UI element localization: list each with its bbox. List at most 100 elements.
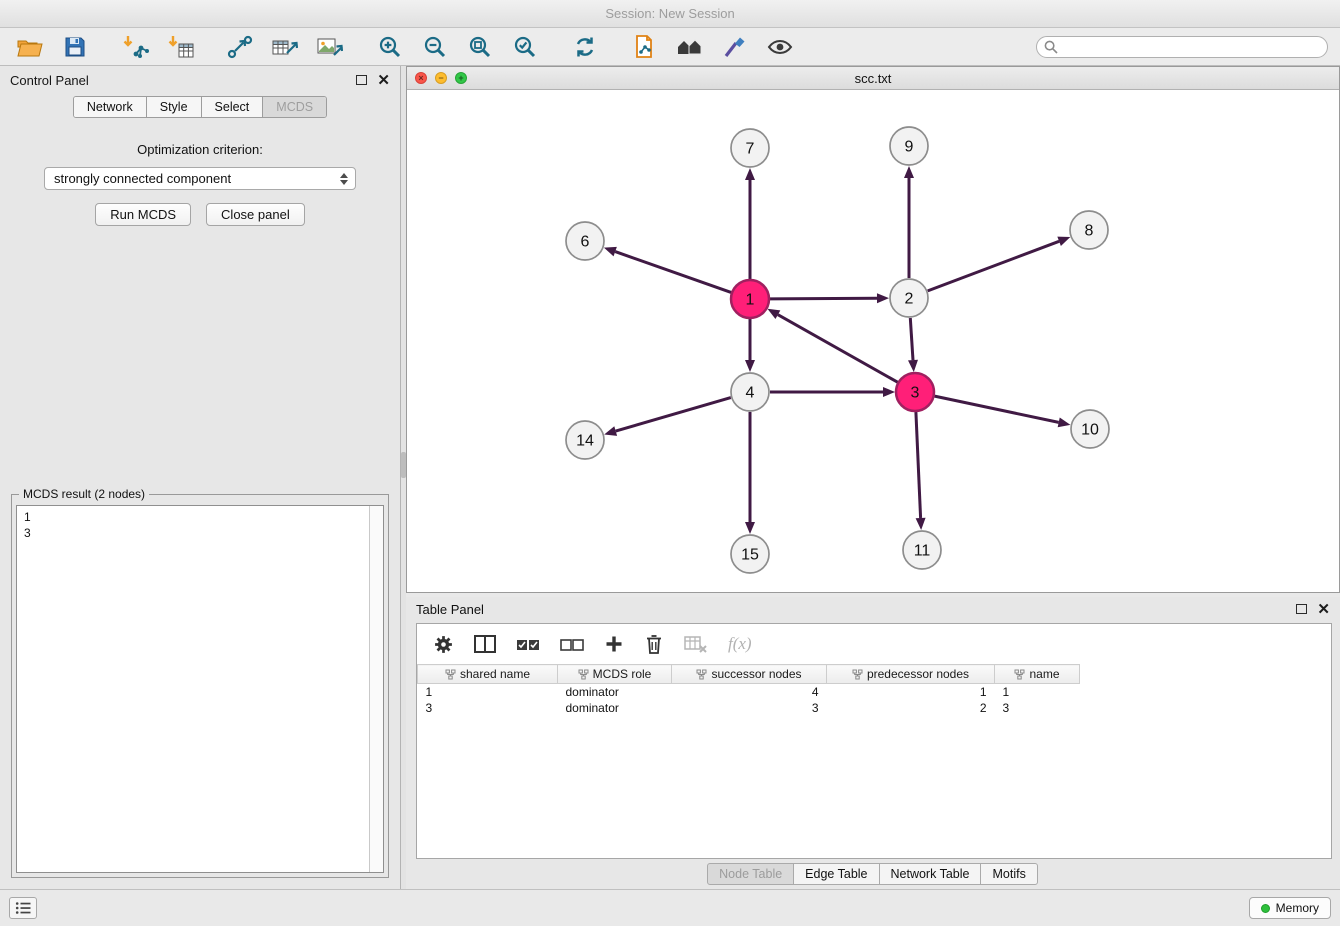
float-panel-button[interactable] xyxy=(356,75,367,85)
zoom-fit-icon xyxy=(468,35,492,59)
import-table-button[interactable] xyxy=(162,32,198,62)
import-table-icon xyxy=(167,35,194,59)
zoom-out-button[interactable] xyxy=(417,32,453,62)
criterion-dropdown-value: strongly connected component xyxy=(54,171,231,186)
status-bar: Memory xyxy=(0,889,1340,926)
export-image-button[interactable] xyxy=(312,32,348,62)
save-floppy-icon xyxy=(64,36,86,58)
function-builder-button[interactable]: f(x) xyxy=(728,634,752,654)
mcds-result-list: 1 3 xyxy=(17,506,369,872)
refresh-view-button[interactable] xyxy=(567,32,603,62)
delete-table-button[interactable] xyxy=(684,634,708,654)
control-panel-tabs: Network Style Select MCDS xyxy=(0,96,400,118)
list-icon xyxy=(15,901,31,915)
table-row[interactable]: 1 dominator 4 1 1 xyxy=(418,684,1080,700)
eye-icon xyxy=(767,35,793,59)
cell-predecessor-nodes[interactable]: 2 xyxy=(827,700,995,716)
clone-network-button[interactable] xyxy=(627,32,663,62)
overview-home-button[interactable] xyxy=(672,32,708,62)
window-minimize-button[interactable]: − xyxy=(435,72,447,84)
graph-node-label-3: 3 xyxy=(911,385,920,402)
column-header-shared-name[interactable]: shared name xyxy=(418,665,558,684)
add-column-button[interactable] xyxy=(604,634,624,654)
tab-node-table[interactable]: Node Table xyxy=(707,863,794,885)
memory-status-icon xyxy=(1261,904,1270,913)
criterion-dropdown[interactable]: strongly connected component xyxy=(44,167,356,190)
zoom-selected-button[interactable] xyxy=(507,32,543,62)
tab-motifs[interactable]: Motifs xyxy=(980,863,1037,885)
column-header-name[interactable]: name xyxy=(995,665,1080,684)
search-field xyxy=(1036,36,1328,58)
graph-edge-2-8[interactable] xyxy=(928,241,1059,291)
session-group xyxy=(12,32,93,62)
show-hide-graphics-button[interactable] xyxy=(762,32,798,62)
memory-button[interactable]: Memory xyxy=(1249,897,1331,919)
export-network-button[interactable] xyxy=(267,32,303,62)
import-network-icon xyxy=(122,35,149,59)
column-header-successor-nodes[interactable]: successor nodes xyxy=(672,665,827,684)
cell-mcds-role[interactable]: dominator xyxy=(558,684,672,700)
apply-layout-button[interactable] xyxy=(222,32,258,62)
graph-edge-3-11[interactable] xyxy=(916,412,921,518)
column-header-predecessor-nodes[interactable]: predecessor nodes xyxy=(827,665,995,684)
zoom-out-icon xyxy=(423,35,447,59)
tab-mcds[interactable]: MCDS xyxy=(263,97,326,117)
result-scrollbar[interactable] xyxy=(369,506,383,872)
cell-shared-name[interactable]: 3 xyxy=(418,700,558,716)
search-input[interactable] xyxy=(1036,36,1328,58)
zoom-fit-button[interactable] xyxy=(462,32,498,62)
view-tools-group xyxy=(627,32,798,62)
run-mcds-button[interactable]: Run MCDS xyxy=(95,203,191,226)
graph-node-label-9: 9 xyxy=(905,139,914,156)
node-table: shared name MCDS role successor nodes pr… xyxy=(417,664,1080,716)
window-zoom-button[interactable]: + xyxy=(455,72,467,84)
column-type-icon xyxy=(696,669,707,680)
open-session-button[interactable] xyxy=(12,32,48,62)
tab-style[interactable]: Style xyxy=(147,97,202,117)
cell-name[interactable]: 3 xyxy=(995,700,1080,716)
graph-edge-3-1[interactable] xyxy=(778,315,898,383)
deselect-all-button[interactable] xyxy=(560,636,584,652)
tab-select[interactable]: Select xyxy=(202,97,264,117)
delete-column-button[interactable] xyxy=(644,633,664,655)
cell-successor-nodes[interactable]: 4 xyxy=(672,684,827,700)
table-settings-button[interactable] xyxy=(433,634,454,655)
cell-shared-name[interactable]: 1 xyxy=(418,684,558,700)
tab-network[interactable]: Network xyxy=(74,97,147,117)
show-panels-button[interactable] xyxy=(9,897,37,919)
style-filter-button[interactable] xyxy=(717,32,753,62)
select-all-button[interactable] xyxy=(516,636,540,652)
close-table-panel-button[interactable]: ✕ xyxy=(1317,602,1330,617)
import-network-button[interactable] xyxy=(117,32,153,62)
cell-successor-nodes[interactable]: 3 xyxy=(672,700,827,716)
cell-name[interactable]: 1 xyxy=(995,684,1080,700)
table-row[interactable]: 3 dominator 3 2 3 xyxy=(418,700,1080,716)
graph-edge-4-14[interactable] xyxy=(616,398,731,432)
zoom-group xyxy=(372,32,543,62)
column-header-mcds-role[interactable]: MCDS role xyxy=(558,665,672,684)
network-canvas[interactable]: 7968124314101511 xyxy=(407,90,1339,592)
graph-edge-1-2[interactable] xyxy=(770,298,877,299)
cell-predecessor-nodes[interactable]: 1 xyxy=(827,684,995,700)
close-panel-action-button[interactable]: Close panel xyxy=(206,203,305,226)
network-view-window: × − + scc.txt 7968124314101511 xyxy=(406,66,1340,593)
zoom-in-button[interactable] xyxy=(372,32,408,62)
graph-edge-2-3[interactable] xyxy=(910,318,913,360)
window-close-button[interactable]: × xyxy=(415,72,427,84)
cell-mcds-role[interactable]: dominator xyxy=(558,700,672,716)
graph-edge-1-6[interactable] xyxy=(615,252,731,293)
graph-node-label-11: 11 xyxy=(914,543,931,560)
tab-network-table[interactable]: Network Table xyxy=(879,863,982,885)
graph-node-label-6: 6 xyxy=(581,234,590,251)
save-session-button[interactable] xyxy=(57,32,93,62)
mcds-result-title: MCDS result (2 nodes) xyxy=(19,487,149,501)
graph-node-label-1: 1 xyxy=(746,292,755,309)
open-folder-icon xyxy=(17,36,43,58)
column-type-icon xyxy=(1014,669,1025,680)
float-table-panel-button[interactable] xyxy=(1296,604,1307,614)
close-panel-button[interactable]: ✕ xyxy=(377,73,390,88)
show-columns-button[interactable] xyxy=(474,634,496,654)
tab-edge-table[interactable]: Edge Table xyxy=(793,863,879,885)
graph-edge-3-10[interactable] xyxy=(935,396,1059,422)
network-window-titlebar[interactable]: × − + scc.txt xyxy=(407,67,1339,90)
